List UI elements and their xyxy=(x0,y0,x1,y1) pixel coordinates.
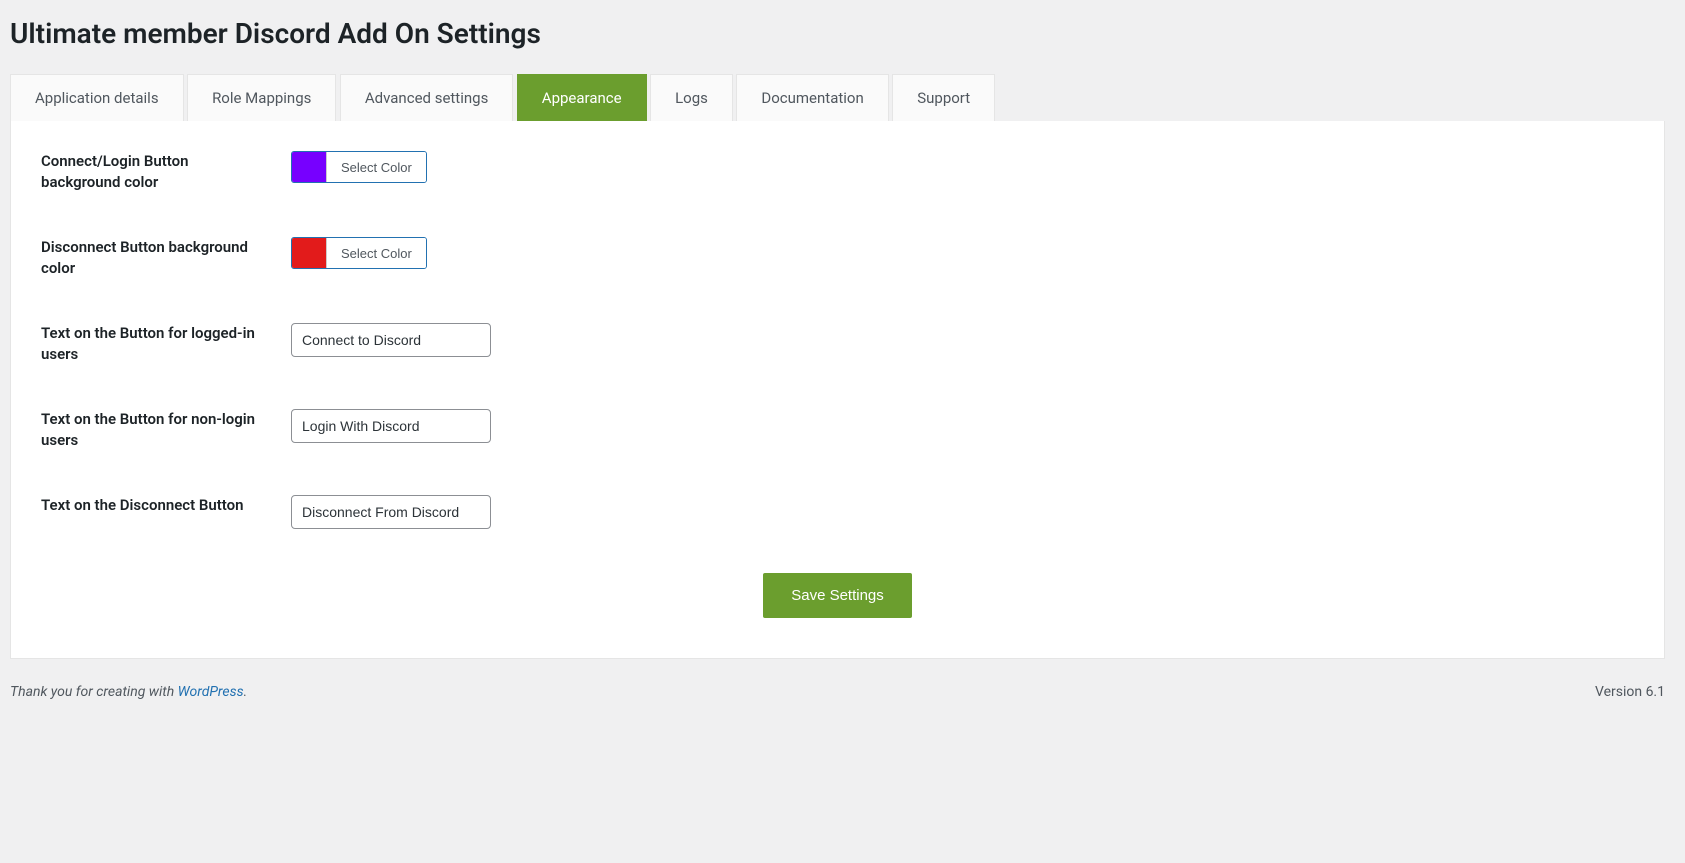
row-connect-bg-color: Connect/Login Button background color Se… xyxy=(41,151,1634,193)
tab-appearance[interactable]: Appearance xyxy=(517,74,647,121)
label-text-disconnect: Text on the Disconnect Button xyxy=(41,495,291,516)
color-swatch-connect[interactable] xyxy=(292,152,326,182)
color-picker-disconnect[interactable]: Select Color xyxy=(291,237,427,269)
footer-thank-you: Thank you for creating with WordPress. xyxy=(10,684,247,700)
row-text-logged-in: Text on the Button for logged-in users xyxy=(41,323,1634,365)
label-connect-bg-color: Connect/Login Button background color xyxy=(41,151,291,193)
tab-role-mappings[interactable]: Role Mappings xyxy=(187,74,336,121)
footer-suffix: . xyxy=(244,684,248,700)
page-title: Ultimate member Discord Add On Settings xyxy=(10,8,1665,54)
row-text-disconnect: Text on the Disconnect Button xyxy=(41,495,1634,529)
input-text-non-login[interactable] xyxy=(291,409,491,443)
footer: Thank you for creating with WordPress. V… xyxy=(0,659,1685,710)
tab-logs[interactable]: Logs xyxy=(650,74,733,121)
row-disconnect-bg-color: Disconnect Button background color Selec… xyxy=(41,237,1634,279)
tab-application-details[interactable]: Application details xyxy=(10,74,184,121)
submit-row: Save Settings xyxy=(41,573,1634,618)
footer-wordpress-link[interactable]: WordPress xyxy=(178,684,244,700)
label-text-logged-in: Text on the Button for logged-in users xyxy=(41,323,291,365)
tab-support[interactable]: Support xyxy=(892,74,995,121)
tab-advanced-settings[interactable]: Advanced settings xyxy=(340,74,513,121)
tab-documentation[interactable]: Documentation xyxy=(736,74,888,121)
save-settings-button[interactable]: Save Settings xyxy=(763,573,912,618)
select-color-disconnect-button[interactable]: Select Color xyxy=(326,238,426,268)
input-text-logged-in[interactable] xyxy=(291,323,491,357)
appearance-panel: Connect/Login Button background color Se… xyxy=(10,121,1665,659)
row-text-non-login: Text on the Button for non-login users xyxy=(41,409,1634,451)
color-swatch-disconnect[interactable] xyxy=(292,238,326,268)
color-picker-connect[interactable]: Select Color xyxy=(291,151,427,183)
input-text-disconnect[interactable] xyxy=(291,495,491,529)
label-disconnect-bg-color: Disconnect Button background color xyxy=(41,237,291,279)
select-color-connect-button[interactable]: Select Color xyxy=(326,152,426,182)
footer-version: Version 6.1 xyxy=(1595,684,1665,700)
label-text-non-login: Text on the Button for non-login users xyxy=(41,409,291,451)
tab-nav: Application details Role Mappings Advanc… xyxy=(10,74,1665,121)
footer-thank-you-prefix: Thank you for creating with xyxy=(10,684,178,700)
